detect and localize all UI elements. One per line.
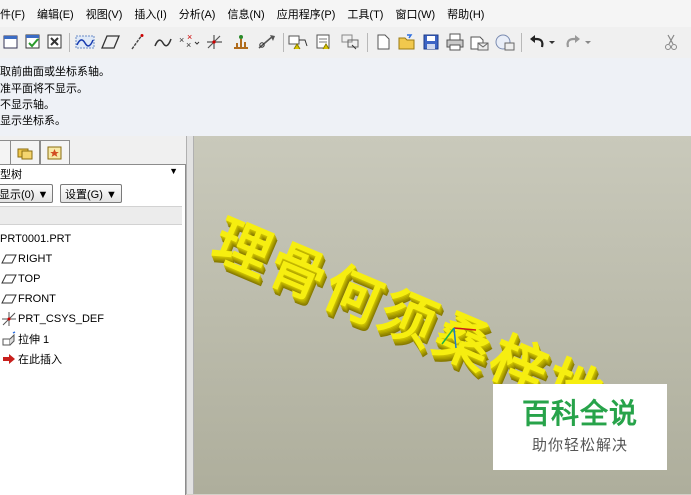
send-link-icon[interactable]	[494, 31, 516, 53]
tree-item-top[interactable]: TOP	[0, 270, 40, 288]
close-window-icon[interactable]	[0, 31, 22, 53]
menu-applications[interactable]: 应用程序(P)	[277, 6, 336, 22]
tree-item-label: PRT0001.PRT	[0, 233, 72, 245]
point-icon[interactable]: × × ×	[178, 31, 200, 53]
repaint-icon[interactable]	[22, 31, 44, 53]
tree-item-label: FRONT	[18, 293, 56, 305]
chevron-down-icon[interactable]: ▼	[169, 166, 178, 176]
settings-button[interactable]: 设置(G) ▼	[60, 184, 122, 203]
navigator-panel: 型树 ▼ 显示(0) ▼ 设置(G) ▼ PRT0001.PRT RIGHT T…	[0, 136, 186, 495]
model-tree-title: 型树	[0, 169, 22, 181]
tree-item-label: PRT_CSYS_DEF	[18, 313, 104, 325]
save-icon[interactable]	[420, 31, 442, 53]
select-icon[interactable]	[340, 31, 362, 53]
tree-item-insert-here[interactable]: 在此插入	[0, 350, 62, 368]
dropdown-icon[interactable]	[582, 31, 594, 53]
new-file-icon[interactable]	[372, 31, 394, 53]
datum-plane-icon	[0, 294, 18, 304]
datum-curve-icon[interactable]	[74, 31, 96, 53]
sketched-curve-icon[interactable]	[152, 31, 174, 53]
message-line: 准平面将不显示。	[0, 83, 88, 95]
panel-splitter[interactable]	[186, 136, 194, 494]
svg-text:×: ×	[187, 33, 192, 42]
datum-analysis-icon[interactable]	[230, 31, 252, 53]
tree-item-front[interactable]: FRONT	[0, 290, 56, 308]
send-mail-icon[interactable]	[468, 31, 490, 53]
open-file-icon[interactable]	[396, 31, 418, 53]
axis-icon[interactable]	[126, 31, 148, 53]
favorites-icon	[47, 146, 62, 160]
menu-bar: 件(F) 编辑(E) 视图(V) 插入(I) 分析(A) 信息(N) 应用程序(…	[0, 0, 691, 28]
tree-item-label: RIGHT	[18, 253, 53, 265]
menu-help[interactable]: 帮助(H)	[447, 6, 484, 22]
cut-icon[interactable]	[660, 31, 682, 53]
message-area: 取前曲面或坐标系轴。 准平面将不显示。 不显示轴。 显示坐标系。	[0, 58, 691, 137]
tab-favorites[interactable]	[40, 140, 70, 165]
message-line: 取前曲面或坐标系轴。	[0, 66, 110, 78]
tree-item-label: TOP	[18, 273, 41, 285]
model-tree-panel: 型树 ▼ 显示(0) ▼ 设置(G) ▼ PRT0001.PRT RIGHT T…	[0, 164, 186, 495]
watermark-title: 百科全说	[521, 397, 638, 430]
menu-view[interactable]: 视图(V)	[86, 6, 123, 22]
csys-icon	[441, 327, 477, 349]
menu-edit[interactable]: 编辑(E)	[37, 6, 74, 22]
menu-tools[interactable]: 工具(T)	[347, 6, 383, 22]
curve-from-equation-icon[interactable]	[256, 31, 278, 53]
insert-here-icon	[0, 353, 18, 365]
csys-icon	[0, 311, 18, 327]
annotation-feature-icon[interactable]	[314, 31, 336, 53]
folder-browser-icon	[17, 148, 33, 160]
csys-icon[interactable]	[204, 31, 226, 53]
graphics-window[interactable]: 理骨何须桑梓地 百科全说 助你轻松解决	[194, 136, 691, 494]
datum-plane-icon	[0, 274, 18, 284]
watermark-subtitle: 助你轻松解决	[531, 436, 628, 454]
tree-item-label: 在此插入	[18, 354, 62, 366]
menu-file[interactable]: 件(F)	[0, 6, 25, 22]
close-icon[interactable]	[44, 31, 66, 53]
tree-item-label: 拉伸 1	[18, 334, 50, 346]
undo-icon[interactable]	[526, 31, 548, 53]
menu-info[interactable]: 信息(N)	[227, 6, 264, 22]
tree-item-part[interactable]: PRT0001.PRT	[0, 230, 71, 248]
show-button[interactable]: 显示(0) ▼	[0, 184, 54, 203]
toolbar: × × ×	[0, 27, 691, 59]
svg-text:×: ×	[179, 35, 184, 45]
column-header	[0, 206, 182, 225]
tree-item-csys[interactable]: PRT_CSYS_DEF	[0, 310, 104, 328]
annotation-icon[interactable]	[288, 31, 310, 53]
tree-item-extrude[interactable]: 拉伸 1	[0, 330, 49, 348]
watermark: 百科全说 助你轻松解决	[493, 384, 667, 470]
tab-folder-browser[interactable]	[10, 140, 40, 165]
dropdown-icon[interactable]	[546, 31, 558, 53]
menu-insert[interactable]: 插入(I)	[134, 6, 166, 22]
datum-plane-icon[interactable]	[100, 31, 122, 53]
redo-icon[interactable]	[562, 31, 584, 53]
menu-window[interactable]: 窗口(W)	[395, 6, 435, 22]
message-line: 显示坐标系。	[0, 115, 66, 127]
extrude-icon	[0, 331, 18, 347]
menu-analysis[interactable]: 分析(A)	[179, 6, 216, 22]
message-line: 不显示轴。	[0, 99, 55, 111]
model-tree-header: 型树 ▼	[0, 165, 182, 181]
datum-plane-icon	[0, 254, 18, 264]
tree-item-right[interactable]: RIGHT	[0, 250, 52, 268]
print-icon[interactable]	[444, 31, 466, 53]
